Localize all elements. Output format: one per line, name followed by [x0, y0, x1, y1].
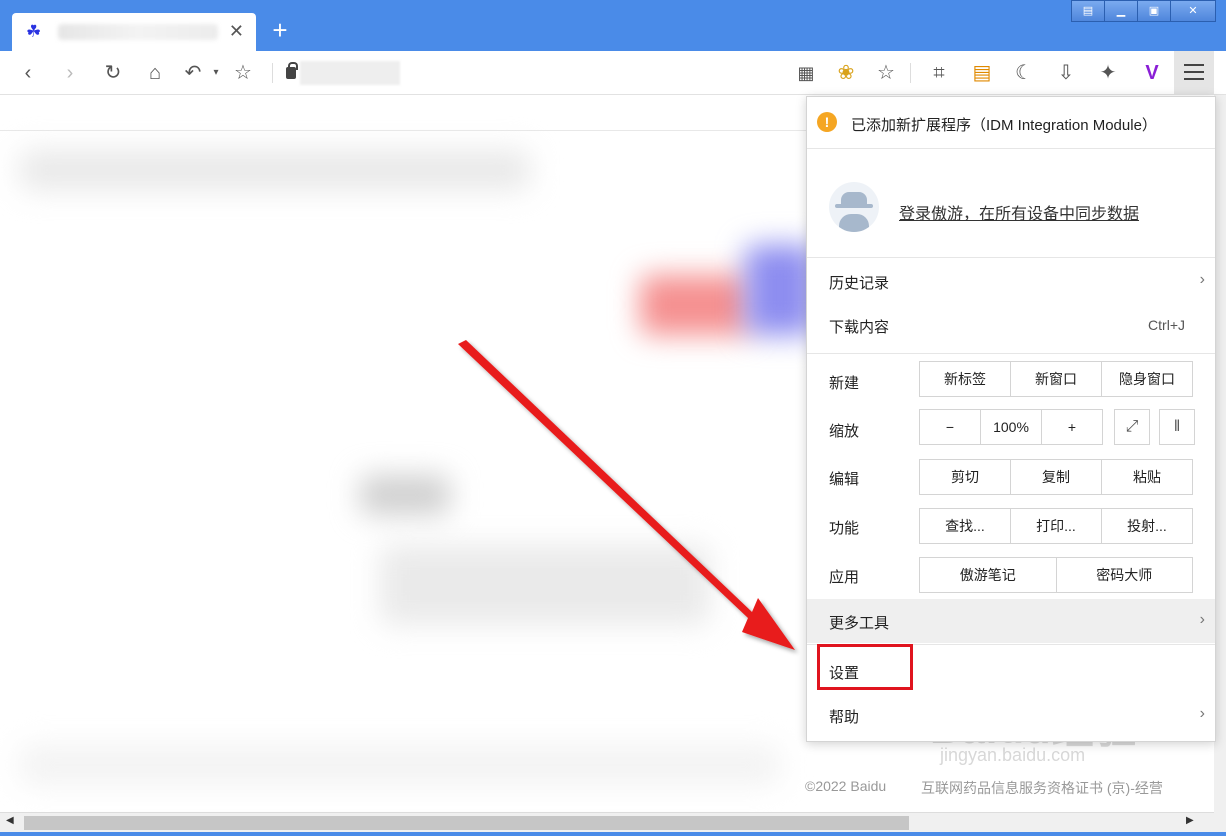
chevron-right-icon: › — [1199, 611, 1205, 628]
menu-item-help[interactable]: 帮助 › — [807, 693, 1215, 737]
address-bar[interactable] — [300, 61, 400, 85]
new-tab-button[interactable]: + — [266, 16, 294, 44]
menu-item-more-tools[interactable]: 更多工具 › — [807, 599, 1215, 643]
star-icon[interactable]: ☆ — [231, 61, 255, 85]
zoom-in-button[interactable]: + — [1041, 410, 1102, 444]
history-label: 历史记录 — [829, 275, 890, 292]
more-tools-label: 更多工具 — [829, 615, 890, 632]
chevron-right-icon: › — [1199, 271, 1205, 288]
fullscreen-icon[interactable]: ⤢ — [1114, 409, 1150, 445]
apps-button-group: 傲游笔记 密码大师 — [919, 557, 1193, 593]
crop-icon[interactable]: ⌗ — [927, 61, 951, 85]
toolbar-divider — [910, 63, 911, 83]
cast-button[interactable]: 投射... — [1101, 509, 1192, 543]
main-menu-button[interactable] — [1174, 51, 1214, 94]
footer-license: 互联网药品信息服务资格证书 (京)-经营 — [921, 780, 1163, 796]
horizontal-scrollbar[interactable]: ◀ ▶ — [0, 812, 1214, 832]
blurred-element — [360, 475, 450, 515]
scroll-left-icon[interactable]: ◀ — [6, 815, 14, 826]
undo-dropdown-icon[interactable]: ▾ — [204, 61, 228, 85]
extension-icon[interactable]: ✦ — [1096, 61, 1120, 85]
functions-button-group: 查找... 打印... 投射... — [919, 508, 1193, 544]
note-icon[interactable]: ▤ — [970, 61, 994, 85]
browser-tab[interactable]: ☘ ✕ — [12, 13, 256, 51]
menu-divider — [807, 353, 1215, 354]
functions-label: 功能 — [829, 520, 860, 537]
home-icon[interactable]: ⌂ — [143, 61, 167, 85]
window-bottom-border — [0, 832, 1226, 836]
tab-title-blurred — [58, 24, 218, 40]
maxthon-notes-button[interactable]: 傲游笔记 — [920, 558, 1056, 592]
extension-notice[interactable]: ! 已添加新扩展程序（IDM Integration Module） — [807, 97, 1215, 149]
cut-button[interactable]: 剪切 — [920, 460, 1010, 494]
downloads-label: 下载内容 — [829, 319, 890, 336]
find-button[interactable]: 查找... — [920, 509, 1010, 543]
chevron-right-icon: › — [1199, 705, 1205, 722]
maximize-icon[interactable]: ▣ — [1137, 0, 1171, 22]
v-logo-icon[interactable]: V — [1140, 61, 1164, 85]
paste-button[interactable]: 粘贴 — [1101, 460, 1192, 494]
menu-icon — [1184, 64, 1204, 66]
avatar — [829, 182, 879, 232]
extension-notice-text: 已添加新扩展程序（IDM Integration Module） — [851, 117, 1157, 134]
title-bar: ☘ ✕ + ▤ ▁ ▣ ✕ — [0, 0, 1226, 51]
tab-close-icon[interactable]: ✕ — [229, 21, 244, 41]
settings-highlight-box — [817, 644, 913, 690]
reload-icon[interactable]: ↻ — [101, 61, 125, 85]
undo-icon[interactable]: ↶ — [181, 61, 205, 85]
password-master-button[interactable]: 密码大师 — [1055, 558, 1193, 592]
zoom-level: 100% — [980, 410, 1041, 444]
menu-item-history[interactable]: 历史记录 › — [807, 259, 1215, 303]
close-icon[interactable]: ✕ — [1170, 0, 1216, 22]
browser-toolbar: ‹ › ↻ ⌂ ↶ ▾ ☆ ▦ ❀ ☆ ⌗ ▤ ☾ ⇩ ✦ V — [0, 51, 1226, 95]
baidu-watermark-url: jingyan.baidu.com — [940, 745, 1086, 765]
new-window-button[interactable]: 新窗口 — [1010, 362, 1101, 396]
split-view-icon[interactable]: ‖ — [1159, 409, 1195, 445]
bee-icon[interactable]: ❀ — [834, 61, 858, 85]
qr-code-icon[interactable]: ▦ — [794, 61, 818, 85]
zoom-out-button[interactable]: − — [920, 410, 980, 444]
baidu-paw-icon: ☘ — [26, 22, 42, 41]
incognito-window-button[interactable]: 隐身窗口 — [1101, 362, 1192, 396]
new-button-group: 新标签 新窗口 隐身窗口 — [919, 361, 1193, 397]
login-section[interactable]: 登录傲游，在所有设备中同步数据 — [807, 150, 1215, 258]
blurred-footer — [20, 745, 780, 785]
download-icon[interactable]: ⇩ — [1054, 61, 1078, 85]
copy-button[interactable]: 复制 — [1010, 460, 1101, 494]
downloads-shortcut: Ctrl+J — [1148, 317, 1185, 333]
star-icon[interactable]: ☆ — [874, 61, 898, 85]
warning-icon: ! — [817, 112, 837, 132]
new-label: 新建 — [829, 375, 860, 392]
edit-button-group: 剪切 复制 粘贴 — [919, 459, 1193, 495]
back-icon[interactable]: ‹ — [16, 61, 40, 85]
zoom-button-group: − 100% + — [919, 409, 1103, 445]
blurred-logo-blue — [745, 245, 815, 335]
blurred-nav — [20, 150, 530, 190]
toolbar-divider — [272, 63, 273, 83]
night-mode-icon[interactable]: ☾ — [1012, 61, 1036, 85]
help-label: 帮助 — [829, 709, 860, 726]
blurred-content — [380, 545, 710, 625]
scrollbar-thumb[interactable] — [24, 816, 909, 830]
menu-item-downloads[interactable]: 下载内容 Ctrl+J — [807, 303, 1215, 347]
edit-label: 编辑 — [829, 471, 860, 488]
blurred-logo-red — [640, 275, 750, 335]
zoom-label: 缩放 — [829, 423, 860, 440]
login-sync-link[interactable]: 登录傲游，在所有设备中同步数据 — [899, 200, 1139, 224]
scroll-right-icon[interactable]: ▶ — [1186, 815, 1194, 826]
new-tab-menu-button[interactable]: 新标签 — [920, 362, 1010, 396]
forward-icon[interactable]: › — [58, 61, 82, 85]
footer-copyright: ©2022 Baidu — [805, 778, 887, 794]
apps-label: 应用 — [829, 569, 860, 586]
minimize-icon[interactable]: ▁ — [1104, 0, 1138, 22]
lock-icon — [286, 62, 298, 79]
restore-icon[interactable]: ▤ — [1071, 0, 1105, 22]
print-button[interactable]: 打印... — [1010, 509, 1101, 543]
